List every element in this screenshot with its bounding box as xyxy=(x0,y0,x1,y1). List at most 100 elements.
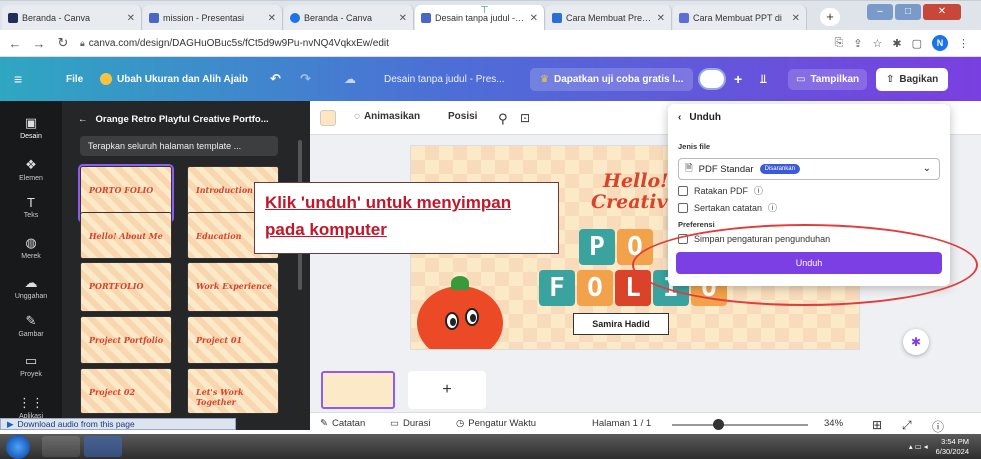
chrome-taskbar-icon[interactable] xyxy=(42,436,80,457)
share-page-icon[interactable]: ⇪ xyxy=(853,37,862,50)
zoom-slider[interactable] xyxy=(672,424,808,426)
help-icon[interactable]: ⓘ xyxy=(932,418,944,435)
template-thumb[interactable]: Work Experience xyxy=(187,262,279,312)
fullscreen-icon[interactable]: ⤢ xyxy=(902,418,912,433)
undo-icon[interactable]: ↶ xyxy=(270,71,281,87)
thumb-label: Education xyxy=(196,231,242,241)
extensions-icon[interactable]: ✱ xyxy=(892,37,901,50)
slide-hello-text[interactable]: Hello! xyxy=(603,170,669,192)
include-notes-checkbox[interactable]: Sertakan catatan ⓘ xyxy=(678,201,777,214)
template-thumb[interactable]: Hello! About Me xyxy=(80,212,172,259)
flatten-label: Ratakan PDF xyxy=(694,185,749,196)
rail-elements[interactable]: ❖ Elemen xyxy=(0,157,62,182)
word-taskbar-icon[interactable] xyxy=(84,436,122,457)
add-page-button[interactable]: + xyxy=(408,371,486,409)
sidebar-icon[interactable]: ▢ xyxy=(912,37,922,50)
apply-all-pages-button[interactable]: Terapkan seluruh halaman template ... xyxy=(80,136,278,156)
slides-favicon-icon xyxy=(421,13,431,23)
rail-projects[interactable]: ▭ Proyek xyxy=(0,353,62,378)
tomato-illustration[interactable] xyxy=(417,276,503,349)
slide-creative-text[interactable]: Creativ xyxy=(591,191,668,213)
tab-title: mission - Presentasi xyxy=(163,13,245,23)
hamburger-menu-icon[interactable]: ≡ xyxy=(14,71,22,87)
tab-cara-membuat-ppt[interactable]: Cara Membuat PPT di ✕ xyxy=(673,5,807,31)
system-tray: ▴ ▭ ◂ 3:54 PM 6/30/2024 xyxy=(909,437,969,457)
tab-cara-membuat-presentasi[interactable]: Cara Membuat Presen ✕ xyxy=(546,5,672,31)
info-icon[interactable]: ⓘ xyxy=(754,184,763,197)
template-panel-header: ← Orange Retro Playful Creative Portfo..… xyxy=(78,114,269,125)
lock-icon: 🔒︎ xyxy=(80,37,85,48)
back-arrow-icon[interactable]: ← xyxy=(78,114,88,125)
file-menu[interactable]: File xyxy=(66,74,83,85)
rail-design[interactable]: ▣ Desain xyxy=(0,115,62,140)
template-thumb[interactable]: Project 02 xyxy=(80,368,172,414)
page-thumbnail[interactable] xyxy=(321,371,395,409)
bookmark-star-icon[interactable]: ☆ xyxy=(873,37,883,50)
lock-icon[interactable]: ⊡ xyxy=(520,111,530,125)
close-tab-icon[interactable]: ✕ xyxy=(127,13,135,24)
magic-assistant-icon[interactable]: ✱ xyxy=(903,329,929,355)
back-icon[interactable]: ← xyxy=(8,36,22,51)
forward-icon[interactable]: → xyxy=(32,36,46,51)
url-field[interactable]: 🔒︎ canva.com/design/DAGHuOBuc5s/fCt5d9w9… xyxy=(80,38,389,49)
close-tab-icon[interactable]: ✕ xyxy=(792,13,800,24)
notes-button[interactable]: ✎ Catatan xyxy=(320,418,365,429)
letter-tile[interactable]: O xyxy=(577,270,613,306)
close-tab-icon[interactable]: ✕ xyxy=(530,13,538,24)
close-tab-icon[interactable]: ✕ xyxy=(399,13,407,24)
editor-status-bar: ✎ Catatan ▭ Durasi ◷ Pengatur Waktu Hala… xyxy=(310,412,981,434)
template-thumb[interactable]: PORTFOLIO xyxy=(80,262,172,312)
timer-button[interactable]: ◷ Pengatur Waktu xyxy=(456,418,536,429)
profile-avatar[interactable]: N xyxy=(932,35,948,51)
browser-menu-icon[interactable]: ⋮ xyxy=(958,37,969,50)
reload-icon[interactable]: ↻ xyxy=(56,35,70,51)
rail-apps[interactable]: ⋮⋮ Aplikasi xyxy=(0,395,62,420)
animate-button[interactable]: ◌ Animasikan xyxy=(354,111,420,122)
grid-view-icon[interactable]: ⊞ xyxy=(872,418,882,432)
maximize-button[interactable]: □ xyxy=(895,4,921,20)
tab-beranda-canva[interactable]: Beranda - Canva ✕ xyxy=(2,5,142,31)
filetype-select[interactable]: 🗎︎ PDF Standar Disarankan ⌄ xyxy=(678,158,940,180)
close-window-button[interactable]: ✕ xyxy=(923,4,961,20)
minimize-button[interactable]: – xyxy=(867,4,893,20)
add-collaborator-icon[interactable]: + xyxy=(734,71,742,87)
audio-download-bar[interactable]: ▶ Download audio from this page xyxy=(0,418,236,430)
resize-button[interactable]: Ubah Ukuran dan Alih Ajaib xyxy=(100,73,248,85)
share-button[interactable]: ⇧ Bagikan xyxy=(876,67,949,91)
close-tab-icon[interactable]: ✕ xyxy=(657,13,665,24)
download-title: Unduh xyxy=(689,112,721,123)
design-title[interactable]: Desain tanpa judul - Pres... xyxy=(384,74,505,85)
letter-tile[interactable]: P xyxy=(579,229,615,265)
tab-mission-presentasi[interactable]: mission - Presentasi ✕ xyxy=(143,5,283,31)
background-color-swatch[interactable] xyxy=(320,110,336,126)
side-rail: ▣ Desain ❖ Elemen T Teks ◍ Merek ☁ Ungga… xyxy=(0,101,62,430)
position-button[interactable]: Posisi xyxy=(448,111,477,122)
rail-text[interactable]: T Teks xyxy=(0,195,62,219)
rail-uploads[interactable]: ☁ Unggahan xyxy=(0,275,62,300)
letter-tile[interactable]: F xyxy=(539,270,575,306)
name-tag[interactable]: Samira Hadid xyxy=(573,313,669,335)
network-icon[interactable]: ▴ ▭ ◂ xyxy=(909,442,928,452)
back-chevron-icon[interactable]: ‹ xyxy=(678,112,681,123)
close-tab-icon[interactable]: ✕ xyxy=(268,13,276,24)
analytics-icon[interactable]: ⫫ xyxy=(760,72,767,87)
flatten-pdf-checkbox[interactable]: Ratakan PDF ⓘ xyxy=(678,184,763,197)
template-thumb[interactable]: Let's Work Together xyxy=(187,368,279,414)
tab-beranda-canva-2[interactable]: Beranda - Canva ✕ xyxy=(284,5,414,31)
duration-button[interactable]: ▭ Durasi xyxy=(390,418,430,429)
info-icon[interactable]: ⓘ xyxy=(768,201,777,214)
free-trial-button[interactable]: ♛ Dapatkan uji coba gratis l... xyxy=(530,67,694,91)
start-button[interactable] xyxy=(6,435,30,459)
present-button[interactable]: ▭ Tampilkan xyxy=(788,68,868,90)
new-tab-button[interactable]: + xyxy=(820,8,840,26)
paint-format-icon[interactable]: ⚲ xyxy=(498,111,508,127)
redo-icon[interactable]: ↷ xyxy=(300,71,311,87)
collaborator-avatar[interactable] xyxy=(698,68,726,90)
rail-draw[interactable]: ✎ Gambar xyxy=(0,313,62,338)
template-thumb[interactable]: Project 01 xyxy=(187,316,279,364)
clock[interactable]: 3:54 PM 6/30/2024 xyxy=(936,437,969,457)
rail-brand[interactable]: ◍ Merek xyxy=(0,235,62,260)
template-thumb[interactable]: Project Portfolio xyxy=(80,316,172,364)
zoom-slider-knob[interactable] xyxy=(713,419,725,430)
translate-icon[interactable]: ⎘ xyxy=(834,37,843,50)
